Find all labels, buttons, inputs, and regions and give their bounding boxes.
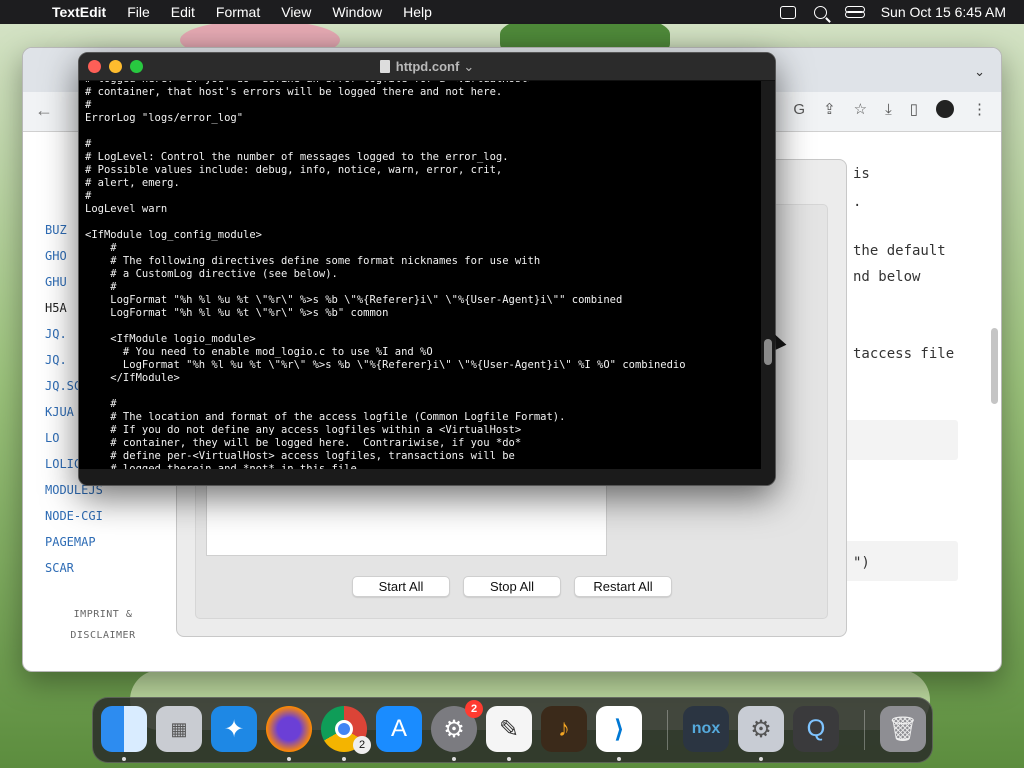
text-line[interactable]: # bbox=[85, 242, 686, 255]
google-icon[interactable]: G bbox=[793, 101, 805, 118]
horizontal-scrollbar[interactable] bbox=[79, 469, 775, 485]
close-window-button[interactable] bbox=[88, 60, 101, 73]
menu-window[interactable]: Window bbox=[332, 4, 382, 20]
scrollbar-thumb[interactable] bbox=[764, 339, 772, 365]
text-line[interactable]: </IfModule> bbox=[85, 372, 686, 385]
content-text: nd below bbox=[853, 269, 921, 285]
sidebar-link[interactable]: SCAR bbox=[45, 561, 103, 587]
text-line[interactable]: LogFormat "%h %l %u %t \"%r\" %>s %b \"%… bbox=[85, 294, 686, 307]
chevron-down-icon[interactable]: ⌄ bbox=[463, 59, 474, 75]
text-line[interactable]: # a CustomLog directive (see below). bbox=[85, 268, 686, 281]
start-all-button[interactable]: Start All bbox=[352, 576, 450, 597]
spotlight-search-icon[interactable] bbox=[813, 5, 827, 19]
app-store-icon[interactable]: A bbox=[376, 706, 422, 752]
stop-all-button[interactable]: Stop All bbox=[463, 576, 561, 597]
text-line[interactable]: # If you do not define any access logfil… bbox=[85, 424, 686, 437]
zoom-window-button[interactable] bbox=[130, 60, 143, 73]
vertical-scrollbar[interactable] bbox=[761, 81, 775, 471]
nox-icon[interactable]: nox bbox=[683, 706, 729, 752]
sidebar-link[interactable]: MODULEJS bbox=[45, 483, 103, 509]
back-arrow-icon[interactable]: ← bbox=[35, 100, 53, 121]
text-line[interactable] bbox=[85, 385, 686, 398]
sidebar-link[interactable]: NODE-CGI bbox=[45, 509, 103, 535]
finder-icon[interactable] bbox=[101, 706, 147, 761]
chevron-down-icon[interactable]: ⌄ bbox=[974, 64, 985, 80]
browser-scrollbar[interactable] bbox=[991, 328, 998, 404]
control-center-icon[interactable] bbox=[844, 6, 865, 18]
text-line[interactable]: # The location and format of the access … bbox=[85, 411, 686, 424]
text-editor-area[interactable]: # logged here. If you *do* define an err… bbox=[79, 81, 763, 471]
text-line[interactable]: # bbox=[85, 281, 686, 294]
bookmark-star-icon[interactable]: ☆ bbox=[854, 100, 867, 118]
content-text: taccess file bbox=[853, 346, 955, 362]
text-line[interactable]: # define per-<VirtualHost> access logfil… bbox=[85, 450, 686, 463]
menu-app-name[interactable]: TextEdit bbox=[52, 4, 106, 20]
text-line[interactable]: ErrorLog "logs/error_log" bbox=[85, 112, 686, 125]
share-icon[interactable]: ⇪ bbox=[823, 100, 836, 118]
restart-all-button[interactable]: Restart All bbox=[574, 576, 672, 597]
sidebar-toggle-icon[interactable]: ▯ bbox=[910, 100, 918, 118]
textedit-window: httpd.conf ⌄ # logged here. If you *do* … bbox=[78, 52, 776, 486]
content-text: is bbox=[853, 166, 870, 182]
text-line[interactable]: LogFormat "%h %l %u %t \"%r\" %>s %b \"%… bbox=[85, 359, 686, 372]
quicktime-icon[interactable]: Q bbox=[793, 706, 839, 752]
content-text: ") bbox=[853, 555, 870, 571]
minimize-window-button[interactable] bbox=[109, 60, 122, 73]
chrome-window-count: 2 bbox=[353, 736, 371, 754]
text-line[interactable]: # bbox=[85, 138, 686, 151]
sidebar-link[interactable]: PAGEMAP bbox=[45, 535, 103, 561]
code-block bbox=[843, 420, 958, 460]
textedit-icon[interactable]: ✎ bbox=[486, 706, 532, 761]
profile-avatar[interactable] bbox=[936, 100, 954, 118]
text-line[interactable]: # bbox=[85, 398, 686, 411]
menu-clock[interactable]: Sun Oct 15 6:45 AM bbox=[881, 4, 1006, 20]
imprint-disclaimer-link[interactable]: IMPRINT & DISCLAIMER bbox=[63, 604, 143, 646]
more-menu-icon[interactable]: ⋮ bbox=[972, 100, 987, 118]
safari-icon[interactable]: ✦ bbox=[211, 706, 257, 752]
menu-view[interactable]: View bbox=[281, 4, 311, 20]
text-line[interactable]: <IfModule logio_module> bbox=[85, 333, 686, 346]
text-line[interactable]: # bbox=[85, 190, 686, 203]
notification-badge: 2 bbox=[465, 700, 483, 718]
document-title[interactable]: httpd.conf bbox=[396, 59, 460, 74]
text-line[interactable]: # bbox=[85, 99, 686, 112]
text-line[interactable]: # container, that host's errors will be … bbox=[85, 86, 686, 99]
text-line[interactable]: # LogLevel: Control the number of messag… bbox=[85, 151, 686, 164]
document-text[interactable]: # logged here. If you *do* define an err… bbox=[85, 81, 686, 471]
menu-help[interactable]: Help bbox=[403, 4, 432, 20]
text-line[interactable] bbox=[85, 320, 686, 333]
menu-edit[interactable]: Edit bbox=[171, 4, 195, 20]
content-text: . bbox=[853, 194, 862, 210]
garageband-icon[interactable]: ♪ bbox=[541, 706, 587, 752]
dock: ▦ ✦ 2 A ⚙ 2 ✎ ♪ ⟩ nox ⚙ Q 🗑 bbox=[92, 697, 933, 763]
launchpad-icon[interactable]: ▦ bbox=[156, 706, 202, 752]
menu-format[interactable]: Format bbox=[216, 4, 260, 20]
text-line[interactable] bbox=[85, 216, 686, 229]
dock-separator bbox=[864, 710, 865, 750]
text-line[interactable]: LogFormat "%h %l %u %t \"%r\" %>s %b" co… bbox=[85, 307, 686, 320]
document-icon bbox=[379, 60, 390, 73]
trash-icon[interactable]: 🗑 bbox=[880, 706, 926, 752]
text-line[interactable]: # The following directives define some f… bbox=[85, 255, 686, 268]
text-line[interactable]: # alert, emerg. bbox=[85, 177, 686, 190]
textedit-titlebar: httpd.conf ⌄ bbox=[79, 53, 775, 81]
menu-bar: TextEdit File Edit Format View Window He… bbox=[0, 0, 1024, 24]
text-line[interactable]: <IfModule log_config_module> bbox=[85, 229, 686, 242]
text-line[interactable]: # container, they will be logged here. C… bbox=[85, 437, 686, 450]
settings-icon[interactable]: ⚙ bbox=[738, 706, 784, 761]
vscode-icon[interactable]: ⟩ bbox=[596, 706, 642, 761]
text-line[interactable]: # Possible values include: debug, info, … bbox=[85, 164, 686, 177]
firefox-icon[interactable] bbox=[266, 706, 312, 761]
menu-file[interactable]: File bbox=[127, 4, 150, 20]
screen-mirroring-icon[interactable] bbox=[779, 5, 796, 19]
content-text: the default bbox=[853, 243, 946, 259]
text-line[interactable]: LogLevel warn bbox=[85, 203, 686, 216]
dock-separator bbox=[667, 710, 668, 750]
chrome-icon[interactable]: 2 bbox=[321, 706, 371, 761]
download-icon[interactable]: ⤓ bbox=[885, 101, 892, 118]
text-line[interactable]: # You need to enable mod_logio.c to use … bbox=[85, 346, 686, 359]
text-line[interactable] bbox=[85, 125, 686, 138]
system-preferences-icon[interactable]: ⚙ 2 bbox=[431, 700, 483, 761]
